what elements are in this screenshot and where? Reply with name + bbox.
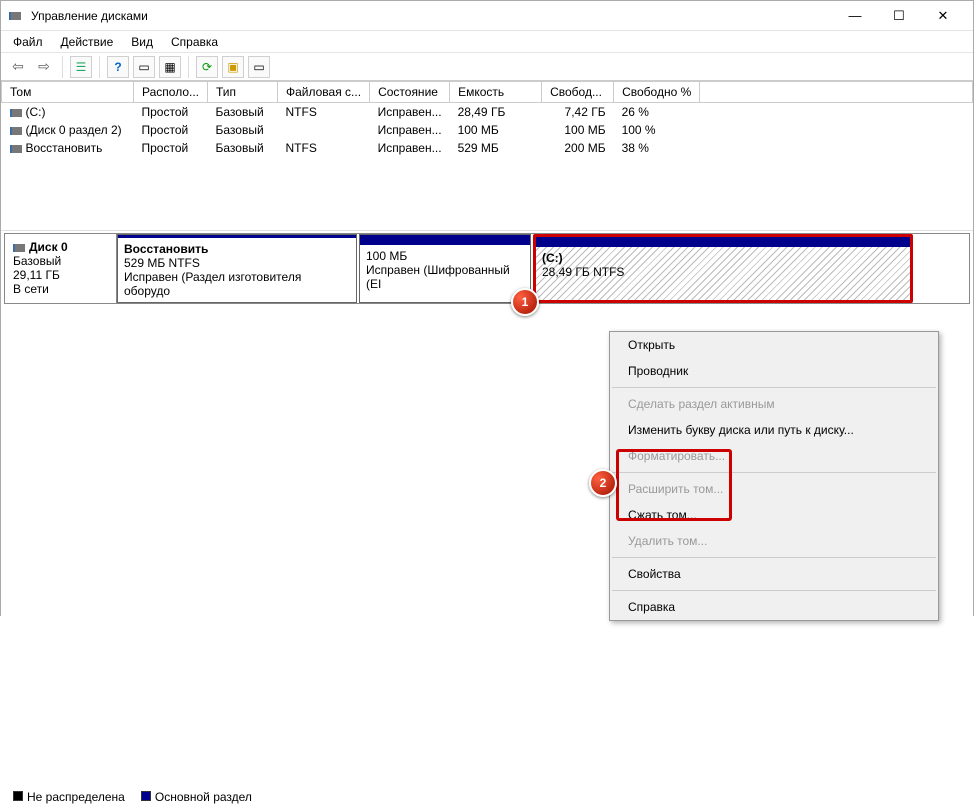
cell-value: 529 МБ xyxy=(458,141,499,155)
menu-view[interactable]: Вид xyxy=(131,35,153,49)
refresh-icon[interactable]: ⟳ xyxy=(196,56,218,78)
context-menu-item[interactable]: Проводник xyxy=(610,358,938,384)
disk-icon xyxy=(13,244,25,252)
annotation-badge-1: 1 xyxy=(511,288,539,316)
partition-size: 28,49 ГБ NTFS xyxy=(542,265,904,279)
cell-value: Исправен... xyxy=(378,105,442,119)
volume-table: ТомРасполо...ТипФайловая с...СостояниеЕм… xyxy=(1,81,973,157)
context-menu-item[interactable]: Справка xyxy=(610,594,938,620)
partition-size: 529 МБ NTFS xyxy=(124,256,350,270)
disk-status: В сети xyxy=(13,282,108,296)
partition-name: (C:) xyxy=(542,251,904,265)
cell-value: Восстановить xyxy=(26,141,103,155)
maximize-button[interactable]: ☐ xyxy=(877,2,921,30)
legend-unallocated: Не распределена xyxy=(27,790,125,804)
cell-value: 38 % xyxy=(622,141,649,155)
toolbar-icon[interactable]: ▦ xyxy=(159,56,181,78)
partition-size: 100 МБ xyxy=(366,249,524,263)
minimize-button[interactable]: — xyxy=(833,2,877,30)
titlebar: Управление дисками — ☐ ✕ xyxy=(1,1,973,31)
context-menu-item[interactable]: Свойства xyxy=(610,561,938,587)
cell-value: NTFS xyxy=(286,141,317,155)
disk-info[interactable]: Диск 0 Базовый 29,11 ГБ В сети xyxy=(5,234,117,303)
cell-value: Исправен... xyxy=(378,141,442,155)
toolbar-icon[interactable]: ▭ xyxy=(133,56,155,78)
toolbar-icon[interactable]: ▣ xyxy=(222,56,244,78)
partition-status: Исправен (Шифрованный (EI xyxy=(366,263,524,291)
legend-swatch-primary xyxy=(141,791,151,801)
context-menu-item[interactable]: Открыть xyxy=(610,332,938,358)
menu-action[interactable]: Действие xyxy=(61,35,114,49)
menu-separator xyxy=(612,590,936,591)
partition-name: Восстановить xyxy=(124,242,350,256)
cell-value: 200 МБ xyxy=(564,141,605,155)
disk-type: Базовый xyxy=(13,254,108,268)
disk-size: 29,11 ГБ xyxy=(13,268,108,282)
volume-list-pane: ТомРасполо...ТипФайловая с...СостояниеЕм… xyxy=(1,81,973,231)
volume-icon xyxy=(10,109,22,117)
cell-value: Базовый xyxy=(216,105,264,119)
cell-value: 100 МБ xyxy=(458,123,499,137)
volume-icon xyxy=(10,145,22,153)
table-row[interactable]: Восстановить Простой Базовый NTFS Исправен..… xyxy=(2,139,973,157)
partition[interactable]: Восстановить529 МБ NTFSИсправен (Раздел … xyxy=(117,234,357,303)
column-header[interactable]: Располо... xyxy=(134,82,208,103)
cell-value: 100 МБ xyxy=(564,123,605,137)
context-menu-item: Сделать раздел активным xyxy=(610,391,938,417)
menu-separator xyxy=(612,387,936,388)
cell-value: 26 % xyxy=(622,105,649,119)
cell-value: Простой xyxy=(142,123,189,137)
cell-value: (C:) xyxy=(26,105,46,119)
volume-icon xyxy=(10,127,22,135)
app-icon xyxy=(9,12,21,20)
cell-value: Простой xyxy=(142,141,189,155)
window-title: Управление дисками xyxy=(31,9,148,23)
cell-value: NTFS xyxy=(286,105,317,119)
context-menu-item: Удалить том... xyxy=(610,528,938,554)
close-button[interactable]: ✕ xyxy=(921,2,965,30)
partition[interactable]: (C:)28,49 ГБ NTFS xyxy=(533,234,913,303)
annotation-badge-2: 2 xyxy=(589,469,617,497)
cell-value: 28,49 ГБ xyxy=(458,105,506,119)
column-header[interactable]: Состояние xyxy=(370,82,450,103)
cell-value: (Диск 0 раздел 2) xyxy=(26,123,122,137)
column-header[interactable]: Емкость xyxy=(450,82,542,103)
menu-help[interactable]: Справка xyxy=(171,35,218,49)
column-header[interactable]: Тип xyxy=(208,82,278,103)
partition[interactable]: 100 МБИсправен (Шифрованный (EI xyxy=(359,234,531,303)
menu-separator xyxy=(612,557,936,558)
context-menu-item[interactable]: Изменить букву диска или путь к диску... xyxy=(610,417,938,443)
toolbar-icon[interactable]: ☰ xyxy=(70,56,92,78)
column-header[interactable]: Свободно % xyxy=(614,82,700,103)
partition-container: Восстановить529 МБ NTFSИсправен (Раздел … xyxy=(117,234,969,303)
cell-value: Простой xyxy=(142,105,189,119)
forward-button[interactable]: ⇨ xyxy=(33,56,55,78)
cell-value: Базовый xyxy=(216,123,264,137)
column-header[interactable]: Том xyxy=(2,82,134,103)
table-row[interactable]: (C:) Простой Базовый NTFS Исправен... 28,49 Г… xyxy=(2,103,973,122)
cell-value: 7,42 ГБ xyxy=(565,105,606,119)
column-header[interactable]: Файловая с... xyxy=(278,82,370,103)
column-header[interactable]: Свобод... xyxy=(542,82,614,103)
disk-label: Диск 0 xyxy=(29,240,68,254)
table-row[interactable]: (Диск 0 раздел 2) Простой Базовый Исправен.… xyxy=(2,121,973,139)
back-button[interactable]: ⇦ xyxy=(7,56,29,78)
toolbar-icon[interactable]: ▭ xyxy=(248,56,270,78)
cell-value: Исправен... xyxy=(378,123,442,137)
toolbar: ⇦ ⇨ ☰ ? ▭ ▦ ⟳ ▣ ▭ xyxy=(1,53,973,81)
legend-primary: Основной раздел xyxy=(155,790,252,804)
help-icon[interactable]: ? xyxy=(107,56,129,78)
disk-management-window: Управление дисками — ☐ ✕ Файл Действие В… xyxy=(0,0,974,616)
cell-value: Базовый xyxy=(216,141,264,155)
menu-file[interactable]: Файл xyxy=(13,35,43,49)
cell-value: 100 % xyxy=(622,123,656,137)
legend-swatch-unallocated xyxy=(13,791,23,801)
annotation-highlight xyxy=(616,449,732,521)
menubar: Файл Действие Вид Справка xyxy=(1,31,973,53)
disk-row: Диск 0 Базовый 29,11 ГБ В сети Восстанов… xyxy=(4,233,970,304)
partition-status: Исправен (Раздел изготовителя оборудо xyxy=(124,270,350,298)
